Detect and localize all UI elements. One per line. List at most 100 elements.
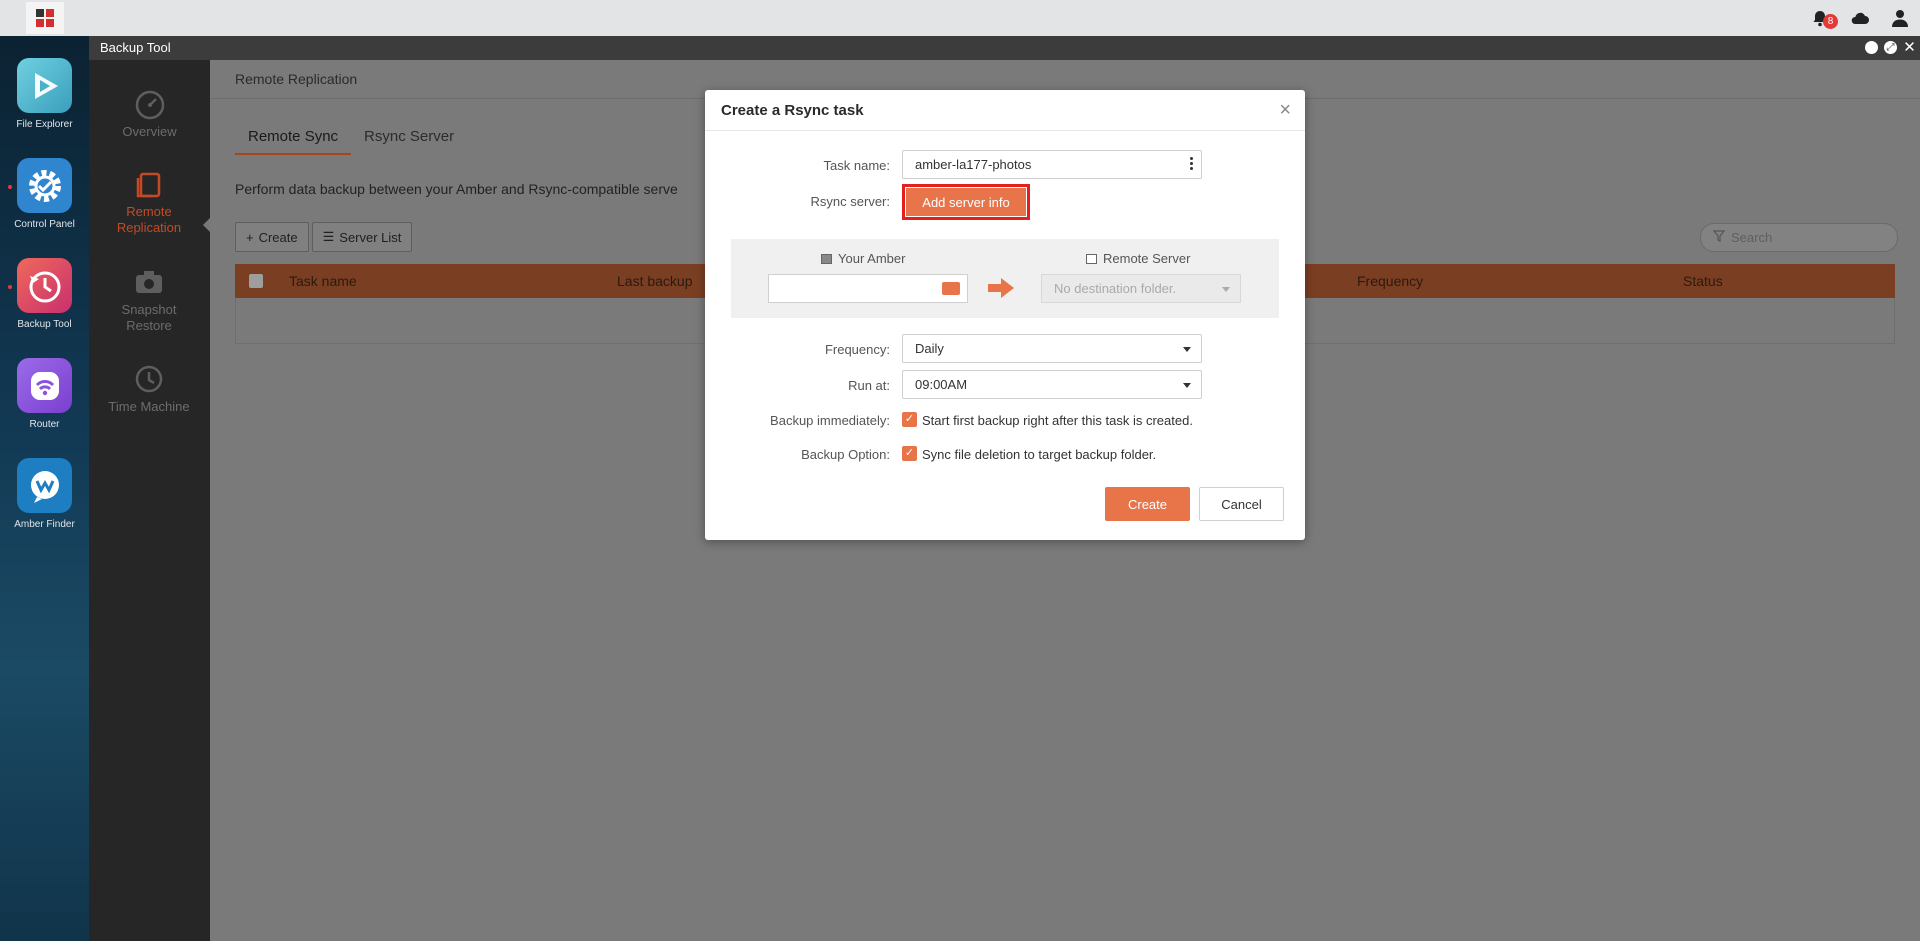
- copy-icon: [133, 168, 165, 200]
- create-button[interactable]: + Create: [235, 222, 309, 252]
- server-list-label: Server List: [339, 229, 402, 245]
- plus-icon: +: [246, 229, 254, 245]
- toolbar: + Create ☰ Server List: [235, 222, 413, 252]
- backup-immediately-label: Backup immediately:: [770, 413, 890, 428]
- grid-icon: [36, 9, 54, 27]
- dock-item-file-explorer[interactable]: File Explorer: [0, 58, 89, 130]
- sync-deletion-text: Sync file deletion to target backup fold…: [922, 447, 1157, 462]
- sidebar-item-label: Overview: [122, 124, 177, 139]
- sync-deletion-checkbox[interactable]: ✓: [902, 446, 917, 461]
- window-title-bar: Backup Tool ⤢ ✕: [89, 36, 1920, 60]
- sidebar: Overview Remote Replication Snapshot Res…: [89, 60, 210, 941]
- dock-item-backup-tool[interactable]: Backup Tool: [0, 258, 89, 330]
- sidebar-item-label: Time Machine: [108, 399, 190, 414]
- running-indicator: [8, 285, 12, 289]
- gauge-icon: [134, 88, 166, 120]
- column-header[interactable]: Frequency: [1357, 273, 1683, 289]
- task-name-input[interactable]: amber-la177-photos: [902, 150, 1202, 179]
- sidebar-item-time-machine[interactable]: Time Machine: [99, 363, 199, 415]
- running-indicator: [8, 185, 12, 189]
- destination-folder-select[interactable]: No destination folder.: [1041, 274, 1241, 303]
- tab-remote-sync[interactable]: Remote Sync: [235, 120, 352, 155]
- notification-bell-icon[interactable]: 8: [1810, 8, 1838, 29]
- dialog-title: Create a Rsync task: [721, 102, 864, 119]
- list-icon: ☰: [322, 229, 335, 244]
- rsync-server-label: Rsync server:: [810, 194, 890, 209]
- run-at-value: 09:00AM: [915, 377, 968, 392]
- description-text: Perform data backup between your Amber a…: [235, 181, 678, 197]
- dialog-cancel-button[interactable]: Cancel: [1199, 487, 1284, 521]
- chevron-down-icon: [1183, 383, 1191, 388]
- your-amber-label: Your Amber: [838, 251, 906, 266]
- cloud-icon[interactable]: [1850, 8, 1870, 28]
- notification-badge: 8: [1823, 14, 1838, 29]
- dock-item-control-panel[interactable]: Control Panel: [0, 158, 89, 230]
- minimize-button[interactable]: [1865, 41, 1878, 54]
- user-icon[interactable]: [1890, 8, 1910, 28]
- clock-icon: [17, 258, 72, 313]
- frequency-label: Frequency:: [824, 342, 890, 357]
- gear-icon: [17, 158, 72, 213]
- remote-server-heading: Remote Server: [1086, 251, 1190, 266]
- frequency-value: Daily: [915, 341, 944, 356]
- close-icon[interactable]: ×: [1279, 90, 1291, 131]
- sidebar-item-label: Snapshot Restore: [121, 302, 177, 333]
- backup-immediately-checkbox[interactable]: ✓: [902, 412, 917, 427]
- maximize-button[interactable]: ⤢: [1884, 41, 1897, 54]
- camera-icon: [133, 266, 165, 298]
- dock-item-router[interactable]: Router: [0, 358, 89, 430]
- dock-label: Amber Finder: [14, 519, 75, 530]
- source-folder-input[interactable]: [768, 274, 968, 303]
- dock-item-amber-finder[interactable]: Amber Finder: [0, 458, 89, 530]
- tab-bar: Remote Sync Rsync Server: [235, 120, 467, 155]
- column-header[interactable]: Status: [1683, 273, 1723, 289]
- column-header[interactable]: Task name: [289, 273, 617, 289]
- wifi-icon: [17, 358, 72, 413]
- remote-server-label: Remote Server: [1103, 251, 1191, 266]
- dialog-create-button[interactable]: Create: [1105, 487, 1190, 521]
- tab-rsync-server[interactable]: Rsync Server: [351, 120, 467, 155]
- sidebar-item-label: Remote Replication: [116, 204, 182, 235]
- search-placeholder: Search: [1731, 230, 1773, 245]
- run-at-label: Run at:: [848, 378, 890, 393]
- dialog-header: Create a Rsync task ×: [705, 90, 1305, 131]
- sidebar-item-snapshot-restore[interactable]: Snapshot Restore: [99, 266, 199, 334]
- backup-option-label: Backup Option:: [801, 447, 890, 462]
- server-icon: [821, 253, 832, 264]
- arrow-right-icon: [988, 278, 1014, 303]
- top-bar: 8: [0, 0, 1920, 36]
- play-icon: [17, 58, 72, 113]
- dock-label: File Explorer: [16, 119, 73, 130]
- select-all-checkbox[interactable]: [249, 274, 263, 288]
- create-rsync-task-dialog: Create a Rsync task × Task name: amber-l…: [705, 90, 1305, 540]
- task-name-value: amber-la177-photos: [915, 157, 1032, 172]
- app-dock: File Explorer Control Panel Backup Tool …: [0, 36, 89, 941]
- more-options-icon[interactable]: [1190, 157, 1193, 170]
- destination-placeholder: No destination folder.: [1054, 281, 1177, 296]
- dock-label: Backup Tool: [17, 319, 72, 330]
- chevron-down-icon: [1222, 287, 1230, 292]
- source-destination-panel: Your Amber Remote Server No destination …: [731, 239, 1279, 318]
- create-label: Create: [258, 229, 298, 245]
- search-input[interactable]: Search: [1700, 223, 1898, 252]
- sidebar-item-remote-replication[interactable]: Remote Replication: [99, 168, 199, 236]
- app-menu-button[interactable]: [26, 2, 64, 34]
- add-server-info-button[interactable]: Add server info: [902, 184, 1030, 220]
- your-amber-heading: Your Amber: [821, 251, 905, 266]
- active-pointer: [203, 218, 210, 232]
- folder-icon[interactable]: [942, 282, 960, 295]
- window-title: Backup Tool: [100, 40, 171, 55]
- filter-icon: [1712, 230, 1726, 245]
- sidebar-item-overview[interactable]: Overview: [89, 88, 210, 140]
- backup-immediately-text: Start first backup right after this task…: [922, 413, 1193, 428]
- dock-label: Control Panel: [14, 219, 75, 230]
- dock-label: Router: [29, 419, 60, 430]
- add-server-info-label: Add server info: [906, 188, 1026, 216]
- run-at-select[interactable]: 09:00AM: [902, 370, 1202, 399]
- frequency-select[interactable]: Daily: [902, 334, 1202, 363]
- history-icon: [133, 363, 165, 395]
- server-list-button[interactable]: ☰ Server List: [311, 222, 413, 252]
- chevron-down-icon: [1183, 347, 1191, 352]
- server-icon: [1086, 253, 1097, 264]
- close-window-button[interactable]: ✕: [1903, 40, 1916, 55]
